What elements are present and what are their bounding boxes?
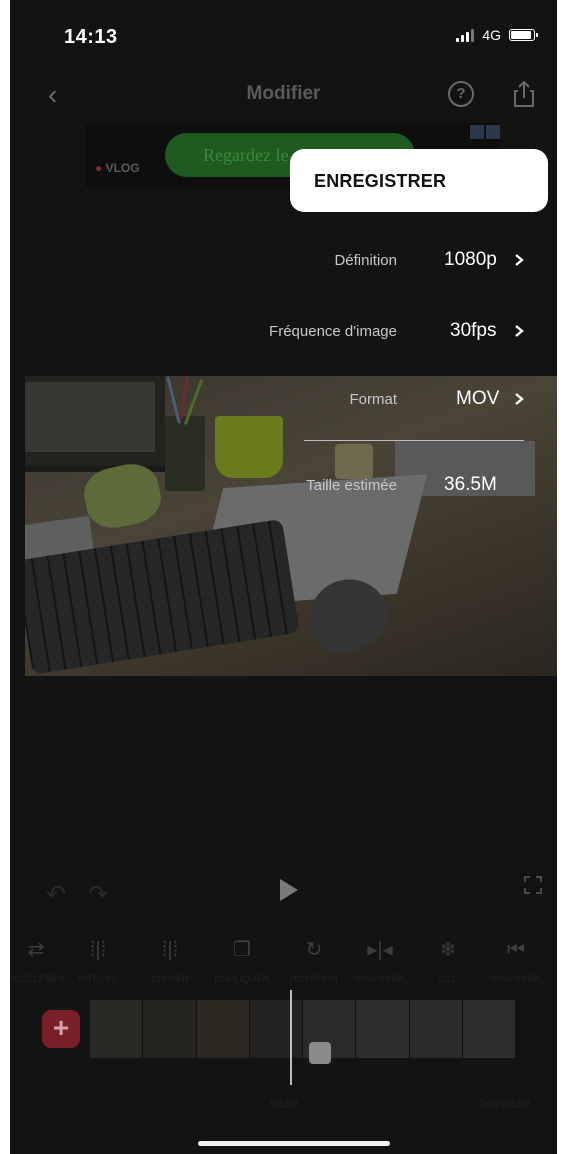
playhead[interactable] [290,990,292,1085]
tool-speed[interactable]: ⁞|⁞ VITESSE [62,938,134,984]
save-button[interactable]: ENREGISTRER [290,149,548,212]
tool-flip[interactable]: ▸|◂ INVERSER [344,938,416,984]
clip-handle[interactable] [309,1042,331,1064]
tool-freeze[interactable]: ❄ GEL [412,938,484,984]
divider [304,440,524,441]
status-bar: 14:13 4G [10,0,557,70]
rotate-icon: ↻ [305,939,323,961]
current-time: 0:16.0 [270,1099,298,1110]
duplicate-icon: ❐ [233,939,251,961]
definition-value[interactable]: 1080p [444,249,497,271]
share-icon[interactable] [510,79,538,109]
undo-icon[interactable]: ↶ [46,880,66,909]
waveform-icon: ⁞|⁞ [89,939,107,961]
split-icon: ⁞|⁞ [161,939,179,961]
tool-split[interactable]: ⁞|⁞ DIVISER [134,938,206,984]
format-label: Format [349,391,397,408]
question-circle-icon[interactable]: ? [448,81,474,107]
signal-icon [456,28,475,42]
estimated-size-value: 36.5M [444,474,497,495]
play-icon[interactable] [280,879,298,901]
total-time: Total 0:18.0 [478,1099,530,1110]
save-button-label: ENREGISTRER [314,171,447,191]
timeline-strip[interactable] [90,1000,516,1058]
app-screen: 14:13 4G ‹ Modifier ? ● VLOG Regardez le [10,0,557,1154]
page-title: Modifier [246,83,321,104]
framerate-label: Fréquence d'image [269,323,397,340]
skip-back-icon: ⏮ [507,939,525,961]
framerate-value[interactable]: 30fps [450,320,496,342]
tool-reverse[interactable]: ⏮ INVERSER [480,938,552,984]
snowflake-icon: ❄ [439,939,457,961]
network-label: 4G [482,27,501,43]
estimated-size-label: Taille estimée [306,477,397,494]
video-preview [25,376,557,676]
redo-icon[interactable]: ↷ [88,880,108,909]
tool-duplicate[interactable]: ❐ DUPLIQUER [206,938,278,984]
battery-icon [509,29,538,41]
chevron-right-icon[interactable] [512,324,526,338]
home-indicator[interactable] [198,1141,390,1146]
format-value[interactable]: MOV [456,388,499,410]
status-indicators: 4G [456,27,538,43]
chevron-right-icon[interactable] [512,253,526,267]
ad-close-icon[interactable] [470,125,500,139]
tool-rotation[interactable]: ↻ ROTATION [278,938,350,984]
flip-icon: ▸|◂ [367,939,393,961]
chevron-right-icon[interactable] [512,392,526,406]
fullscreen-icon[interactable] [524,876,542,894]
definition-label: Définition [334,252,397,269]
ad-logo: ● VLOG [95,161,140,175]
status-time: 14:13 [64,26,118,48]
top-nav: ‹ Modifier ? [10,75,557,115]
add-clip-button[interactable]: + [42,1010,80,1048]
